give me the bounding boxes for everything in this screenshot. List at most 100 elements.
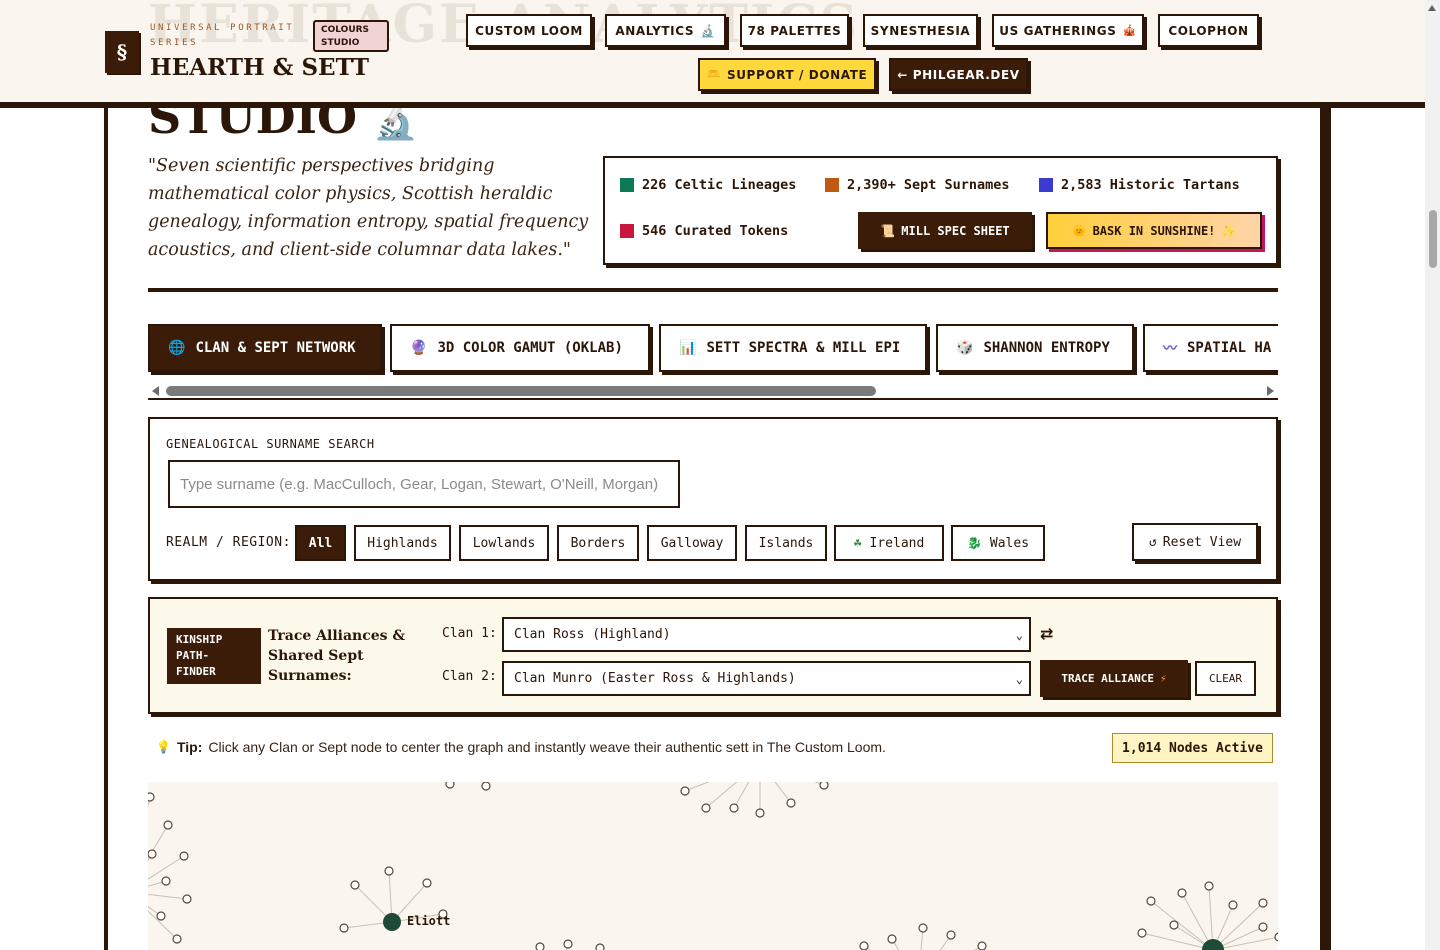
clear-button[interactable]: CLEAR bbox=[1195, 661, 1256, 696]
scroll-left-icon[interactable] bbox=[152, 386, 159, 396]
sept-node[interactable] bbox=[1177, 888, 1187, 898]
tab-3d-color-gamut[interactable]: 🔮 3D COLOR GAMUT (OKLAB) bbox=[390, 324, 650, 372]
graph-edge bbox=[863, 945, 871, 950]
region-ireland[interactable]: ☘ Ireland bbox=[834, 525, 944, 561]
sept-node[interactable] bbox=[179, 851, 189, 861]
analysis-tabs: 🌐 CLAN & SEPT NETWORK 🔮 3D COLOR GAMUT (… bbox=[148, 322, 1278, 378]
region-islands[interactable]: Islands bbox=[745, 525, 827, 561]
sept-node[interactable] bbox=[701, 803, 711, 813]
nav-analytics[interactable]: ANALYTICS 🔬 bbox=[605, 14, 726, 47]
tab-spatial-harmonics[interactable]: 〰 SPATIAL HA bbox=[1143, 324, 1278, 372]
sept-node[interactable] bbox=[422, 878, 432, 888]
scroll-up-icon[interactable] bbox=[1428, 5, 1436, 11]
region-galloway[interactable]: Galloway bbox=[647, 525, 737, 561]
sept-node[interactable] bbox=[1258, 898, 1268, 908]
nav-label: CUSTOM LOOM bbox=[475, 23, 583, 38]
sept-node[interactable] bbox=[729, 803, 739, 813]
sept-node[interactable] bbox=[859, 941, 869, 950]
clan2-select[interactable]: Clan Munro (Easter Ross & Highlands) ⌄ bbox=[502, 661, 1031, 696]
trace-alliance-button[interactable]: TRACE ALLIANCE ⚡ bbox=[1040, 660, 1188, 697]
sept-node[interactable] bbox=[1274, 932, 1278, 942]
sept-node[interactable] bbox=[339, 923, 349, 933]
sept-node[interactable] bbox=[172, 934, 182, 944]
node-label[interactable]: Eliott bbox=[407, 914, 450, 928]
sept-node[interactable] bbox=[163, 820, 173, 830]
window-scroll-thumb[interactable] bbox=[1429, 210, 1437, 268]
sept-node[interactable] bbox=[148, 849, 157, 859]
support-donate-button[interactable]: 🫶 SUPPORT / DONATE bbox=[698, 58, 876, 91]
mill-spec-sheet-button[interactable]: 📜 MILL SPEC SHEET bbox=[858, 212, 1032, 249]
swap-icon[interactable]: ⇄ bbox=[1040, 624, 1053, 643]
clan-node[interactable] bbox=[383, 913, 401, 931]
sept-node[interactable] bbox=[1169, 920, 1179, 930]
sept-node[interactable] bbox=[918, 923, 928, 933]
region-borders[interactable]: Borders bbox=[557, 525, 639, 561]
sept-node[interactable] bbox=[786, 798, 796, 808]
tab-shannon-entropy[interactable]: 🎲 SHANNON ENTROPY bbox=[936, 324, 1134, 372]
clan-node[interactable] bbox=[1202, 939, 1224, 950]
sept-node[interactable] bbox=[755, 808, 765, 818]
brand-name[interactable]: HEARTH & SETT bbox=[150, 54, 369, 81]
brand-badge: COLOURS STUDIO bbox=[313, 20, 389, 52]
swatch-icon bbox=[825, 178, 839, 192]
stat-label: 2,390+ Sept Surnames bbox=[847, 177, 1010, 193]
sept-node[interactable] bbox=[819, 782, 829, 790]
sept-node[interactable] bbox=[680, 786, 690, 796]
orb-icon: 🔮 bbox=[410, 340, 428, 356]
region-all[interactable]: All bbox=[295, 525, 346, 561]
region-label-text: Islands bbox=[758, 535, 814, 551]
clan1-select[interactable]: Clan Ross (Highland) ⌄ bbox=[502, 617, 1031, 652]
sept-node[interactable] bbox=[182, 894, 192, 904]
nav-78-palettes[interactable]: 78 PALETTES bbox=[740, 14, 849, 47]
sept-node[interactable] bbox=[977, 941, 987, 950]
tab-clan-sept-network[interactable]: 🌐 CLAN & SEPT NETWORK bbox=[148, 324, 382, 372]
reset-view-button[interactable]: ↺ Reset View bbox=[1132, 523, 1258, 561]
nav-colophon[interactable]: COLOPHON bbox=[1158, 14, 1259, 47]
sept-node[interactable] bbox=[161, 876, 171, 886]
nav-synesthesia[interactable]: SYNESTHESIA bbox=[863, 14, 978, 47]
sept-node[interactable] bbox=[481, 782, 491, 791]
sept-node[interactable] bbox=[946, 930, 956, 940]
sept-node[interactable] bbox=[535, 942, 545, 950]
sun-icon: 🌞 bbox=[1071, 223, 1087, 238]
nav-label: ANALYTICS bbox=[615, 23, 695, 38]
bask-in-sunshine-button[interactable]: 🌞 BASK IN SUNSHINE! ✨ bbox=[1046, 212, 1262, 249]
sept-node[interactable] bbox=[1258, 922, 1268, 932]
tent-icon: 🎪 bbox=[1122, 24, 1137, 37]
region-label: REALM / REGION: bbox=[166, 535, 291, 550]
clan1-label: Clan 1: bbox=[442, 626, 497, 641]
heart-hand-icon: 🫶 bbox=[706, 68, 721, 81]
sept-node[interactable] bbox=[1228, 900, 1238, 910]
sept-node[interactable] bbox=[1146, 896, 1156, 906]
scroll-thumb[interactable] bbox=[166, 386, 876, 396]
scroll-right-icon[interactable] bbox=[1267, 386, 1274, 396]
sept-node[interactable] bbox=[563, 939, 573, 949]
philgear-link[interactable]: ← PHILGEAR.DEV bbox=[889, 58, 1028, 91]
sept-node[interactable] bbox=[156, 911, 166, 921]
nav-us-gatherings[interactable]: US GATHERINGS 🎪 bbox=[992, 14, 1144, 47]
tabs-scrollbar[interactable] bbox=[148, 384, 1278, 398]
sept-node[interactable] bbox=[595, 943, 605, 950]
logo-icon[interactable]: § bbox=[105, 31, 139, 73]
sept-node[interactable] bbox=[1137, 928, 1147, 938]
surname-search-input[interactable] bbox=[168, 460, 680, 508]
region-wales[interactable]: 🐉 Wales bbox=[951, 525, 1045, 561]
sept-node[interactable] bbox=[350, 880, 360, 890]
region-highlands[interactable]: Highlands bbox=[354, 525, 451, 561]
window-scrollbar[interactable] bbox=[1425, 0, 1440, 950]
sept-node[interactable] bbox=[887, 934, 897, 944]
sept-node[interactable] bbox=[148, 792, 155, 802]
clear-label: CLEAR bbox=[1208, 672, 1243, 685]
clan-network-graph[interactable]: Eliott bbox=[148, 782, 1278, 950]
network-svg[interactable] bbox=[148, 782, 1278, 950]
microscope-icon: 🔬 bbox=[700, 23, 716, 38]
nav-label: US GATHERINGS bbox=[999, 23, 1117, 38]
sept-node[interactable] bbox=[1204, 881, 1214, 891]
surname-search-panel: GENEALOGICAL SURNAME SEARCH REALM / REGI… bbox=[148, 417, 1278, 581]
region-lowlands[interactable]: Lowlands bbox=[459, 525, 549, 561]
sept-node[interactable] bbox=[384, 866, 394, 876]
sept-node[interactable] bbox=[445, 782, 455, 789]
tab-sett-spectra[interactable]: 📊 SETT SPECTRA & MILL EPI bbox=[659, 324, 927, 372]
nav-custom-loom[interactable]: CUSTOM LOOM bbox=[466, 14, 592, 47]
nav-label: 78 PALETTES bbox=[747, 23, 842, 38]
